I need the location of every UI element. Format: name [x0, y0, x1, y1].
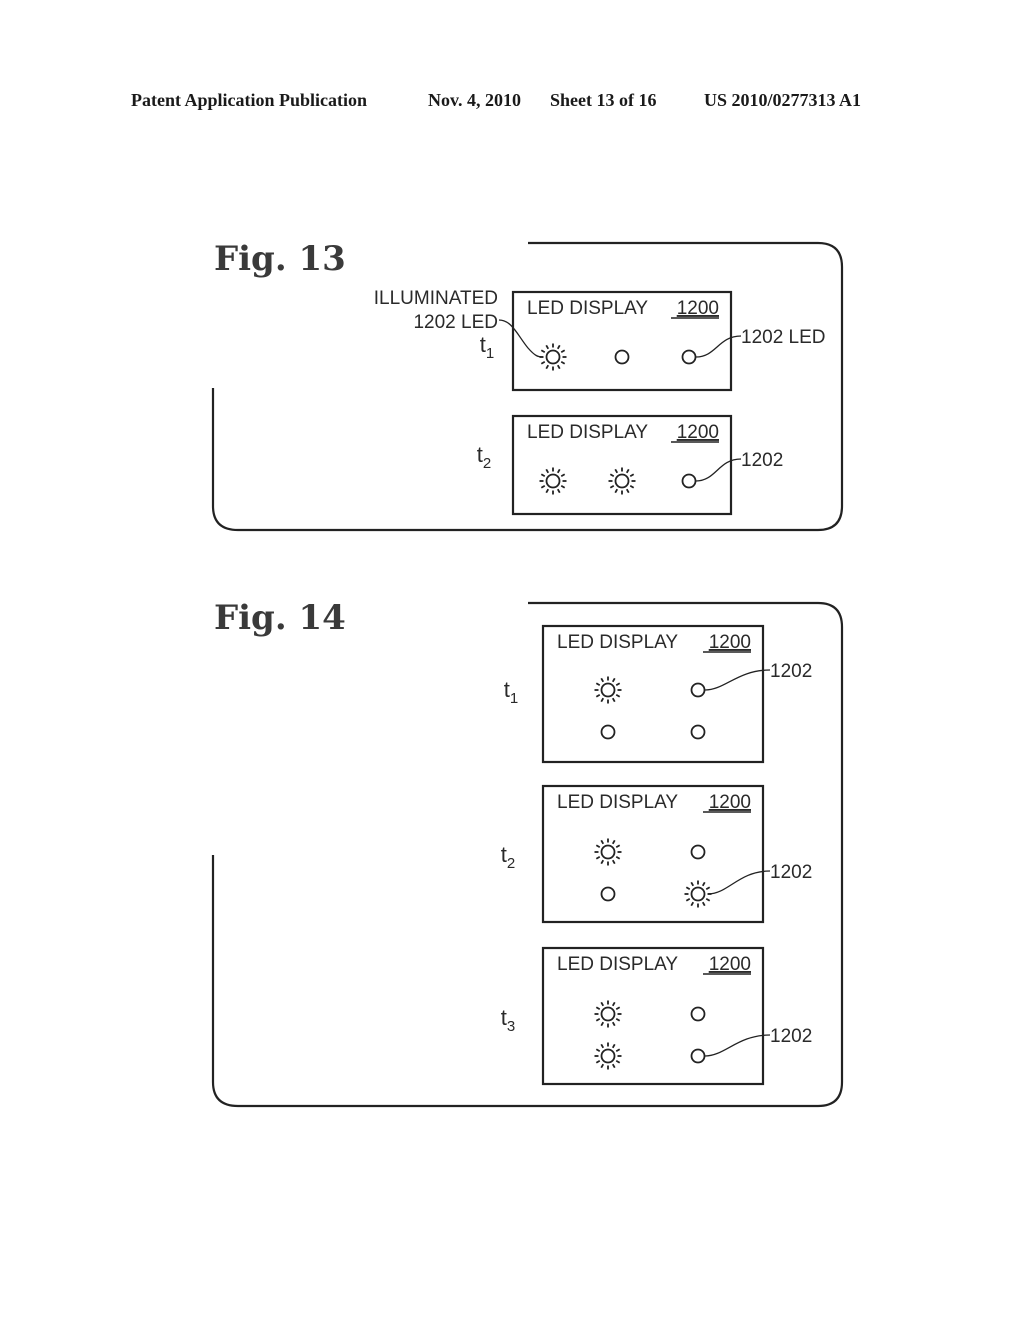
led-display-panel-t1: LED DISPLAY 1200 t1 1202: [504, 624, 812, 764]
illuminated-led-icon: [594, 838, 622, 866]
led-ref-label: 1202: [770, 1026, 812, 1047]
led-display-panel-t3: LED DISPLAY 1200 t3 1202: [501, 946, 812, 1086]
illuminated-led-icon: [539, 343, 567, 371]
illuminated-callout-line2: 1202 LED: [413, 312, 498, 333]
ref-leader-line: [695, 335, 742, 358]
fig13-frame: [211, 241, 844, 532]
illuminated-led-icon: [594, 676, 622, 704]
led-display-ref: 1200: [709, 954, 751, 975]
illuminated-led-icon: [594, 1000, 622, 1028]
fig13-title: Fig. 13: [214, 239, 346, 279]
led-off-icon: [690, 1048, 706, 1064]
led-display-panel-t2: LED DISPLAY 1200 t2 1202: [477, 414, 783, 516]
time-label: t2: [501, 842, 515, 872]
led-display-ref: 1200: [677, 298, 719, 319]
led-off-icon: [681, 349, 697, 365]
figures-drawing: Fig. 13 ILLUMINATED 1202 LED LED DISPLAY…: [211, 239, 844, 1108]
led-off-icon: [681, 473, 697, 489]
led-ref-label: 1202: [741, 450, 783, 471]
ref-leader-line: [704, 669, 771, 691]
led-display-ref: 1200: [709, 792, 751, 813]
led-ref-label: 1202 LED: [741, 327, 826, 348]
led-off-icon: [690, 844, 706, 860]
led-off-icon: [690, 724, 706, 740]
led-off-icon: [690, 1006, 706, 1022]
illuminated-callout-leader: [498, 319, 544, 358]
ref-leader-line: [695, 458, 742, 482]
led-ref-label: 1202: [770, 862, 812, 883]
illuminated-callout-line1: ILLUMINATED: [374, 288, 498, 309]
fig14-title: Fig. 14: [214, 598, 346, 638]
led-display-ref: 1200: [709, 632, 751, 653]
time-label: t2: [477, 442, 491, 472]
ref-leader-line: [707, 870, 771, 895]
time-label: t1: [480, 332, 494, 362]
led-display-label: LED DISPLAY: [557, 632, 678, 653]
led-display-label: LED DISPLAY: [527, 422, 648, 443]
ref-leader-line: [704, 1034, 771, 1057]
led-off-icon: [614, 349, 630, 365]
led-off-icon: [600, 886, 616, 902]
time-label: t1: [504, 677, 518, 707]
illuminated-led-icon: [684, 880, 712, 908]
fig14-frame: [211, 601, 844, 1108]
illuminated-led-icon: [608, 467, 636, 495]
led-display-panel-t2: LED DISPLAY 1200 t2 1202: [501, 784, 812, 924]
fig14-panels: LED DISPLAY 1200 t1 1202 LED DISPLAY 1200 t2 12…: [501, 624, 812, 1086]
led-display-panel-t1: LED DISPLAY 1200 t1 1202 LED: [480, 290, 826, 392]
time-label: t3: [501, 1005, 515, 1035]
illuminated-led-icon: [539, 467, 567, 495]
led-display-label: LED DISPLAY: [557, 792, 678, 813]
led-off-icon: [690, 682, 706, 698]
illuminated-led-icon: [594, 1042, 622, 1070]
led-display-label: LED DISPLAY: [527, 298, 648, 319]
led-ref-label: 1202: [770, 661, 812, 682]
fig13-panels: LED DISPLAY 1200 t1 1202 LED LED DISPLAY 1200…: [477, 290, 826, 516]
led-display-ref: 1200: [677, 422, 719, 443]
led-off-icon: [600, 724, 616, 740]
led-display-label: LED DISPLAY: [557, 954, 678, 975]
